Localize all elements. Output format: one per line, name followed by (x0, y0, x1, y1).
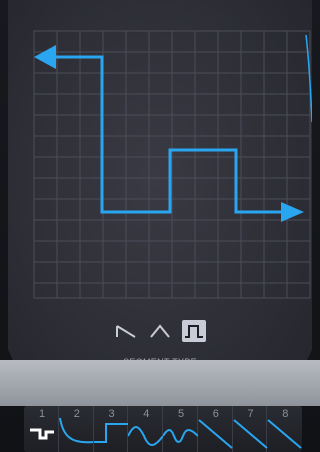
preset-number: 8 (282, 408, 289, 420)
preset-strip: 1 2 3 4 5 6 7 8 (24, 406, 302, 452)
preset-slot-2[interactable]: 2 (58, 406, 94, 452)
preset-number: 6 (212, 408, 219, 420)
preset-slot-8[interactable]: 8 (267, 406, 302, 452)
grid (33, 30, 311, 299)
preset-slot-5[interactable]: 5 (163, 406, 198, 452)
square-pulse-icon (185, 325, 203, 338)
next-segment-curve (305, 34, 312, 123)
preset-slot-1[interactable]: 1 (24, 406, 59, 452)
segment-type-selector (8, 320, 312, 344)
envelope-panel: SEGMENT TYPE (8, 0, 312, 397)
preset-slot-6[interactable]: 6 (198, 406, 233, 452)
start-handle[interactable] (34, 45, 56, 69)
ramp-down-icon (116, 325, 136, 338)
preset-slot-7[interactable]: 7 (232, 406, 268, 452)
triangle-icon (150, 324, 170, 338)
preset-number: 7 (247, 408, 254, 420)
segment-type-square-button[interactable] (182, 320, 206, 342)
envelope-editor: SEGMENT TYPE 1 2 3 4 (0, 0, 320, 452)
metal-edge (0, 360, 320, 406)
segment-type-triangle-button[interactable] (148, 320, 172, 342)
envelope-curve[interactable] (38, 55, 294, 214)
end-handle[interactable] (281, 202, 304, 222)
preset-number: 4 (143, 408, 150, 420)
preset-number: 3 (108, 408, 115, 420)
segment-type-ramp-button[interactable] (114, 320, 138, 342)
preset-slot-3[interactable]: 3 (93, 406, 129, 452)
preset-slot-4[interactable]: 4 (128, 406, 164, 452)
preset-number: 5 (177, 408, 185, 420)
preset-number: 1 (38, 408, 46, 420)
preset-number: 2 (73, 408, 80, 420)
